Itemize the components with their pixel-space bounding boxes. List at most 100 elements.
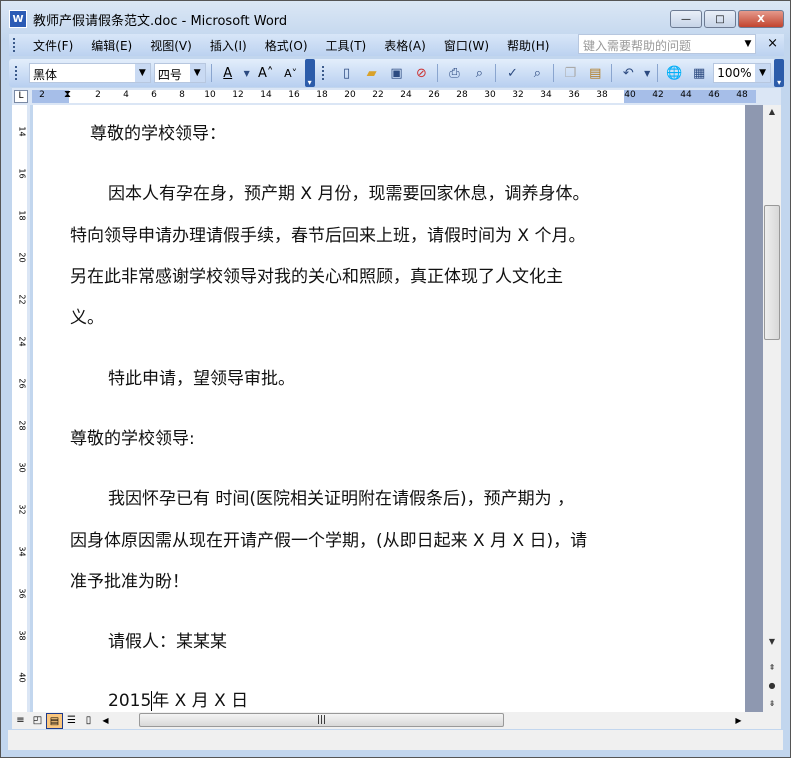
permission-icon[interactable]: ⊘ bbox=[411, 62, 433, 84]
zoom-value: 100% bbox=[717, 66, 752, 80]
vertical-scrollbar[interactable]: ▲ ▼ ⇞ ● ⇟ bbox=[763, 105, 781, 712]
paragraph-line: 我因怀孕已有 时间(医院相关证明附在请假条后)，预产期为 ， bbox=[108, 489, 575, 509]
separator bbox=[495, 64, 497, 82]
hyperlink-icon[interactable]: 🌐 bbox=[663, 62, 685, 84]
scroll-up-icon[interactable]: ▲ bbox=[764, 105, 780, 119]
web-layout-view-icon[interactable]: ◰ bbox=[29, 713, 46, 729]
print-preview-icon[interactable]: ⌕ bbox=[468, 62, 490, 84]
outline-view-icon[interactable]: ☰ bbox=[63, 713, 80, 729]
font-name-value: 黑体 bbox=[33, 68, 58, 82]
previous-page-icon[interactable]: ⇞ bbox=[764, 661, 780, 675]
grip-icon[interactable] bbox=[13, 38, 16, 52]
ruler-tick-label: 46 bbox=[708, 90, 720, 100]
chevron-down-icon[interactable]: ▼ bbox=[741, 35, 755, 53]
date-rest: 年 X 月 X 日 bbox=[152, 691, 249, 711]
ruler-tick-label: 16 bbox=[288, 90, 300, 100]
horizontal-ruler[interactable]: L 2 ⧗ 2 4 6 8 10 12 14 16 18 20 22 24 26 28 30 32 34 36 38… bbox=[12, 88, 781, 105]
paragraph-line: 准予批准为盼！ bbox=[70, 572, 189, 592]
word-app-icon[interactable]: W bbox=[9, 10, 27, 28]
help-search-input[interactable]: 键入需要帮助的问题 ▼ bbox=[578, 34, 756, 54]
date-line: 2015年 X 月 X 日 bbox=[108, 686, 248, 711]
vruler-tick-label: 32 bbox=[17, 504, 27, 515]
separator bbox=[611, 64, 613, 82]
ruler-tick-label: 2 bbox=[95, 90, 101, 100]
close-document-button[interactable]: × bbox=[767, 36, 778, 51]
toolbar-options-icon[interactable]: ▾ bbox=[774, 59, 785, 87]
paragraph-line: 特此申请，望领导审批。 bbox=[108, 369, 295, 389]
menu-window[interactable]: 窗口(W) bbox=[435, 37, 498, 54]
copy-icon[interactable]: ❐ bbox=[559, 62, 581, 84]
chevron-down-icon[interactable]: ▼ bbox=[242, 62, 252, 84]
minimize-button[interactable]: — bbox=[670, 10, 702, 28]
separator bbox=[553, 64, 555, 82]
toolbar: 黑体 ▼ 四号 ▼ A ▼ A˄ A˅ ▾ ▯ ▰ ▣ ⊘ ⎙ ⌕ ✓ ⌕ ❐ ▤ … bbox=[9, 59, 785, 87]
paragraph-line: 因本人有孕在身，预产期 X 月份，现需要回家休息，调养身体。 bbox=[108, 184, 590, 204]
vruler-tick-label: 14 bbox=[17, 126, 27, 137]
menu-file[interactable]: 文件(F) bbox=[24, 37, 82, 54]
new-document-icon[interactable]: ▯ bbox=[336, 62, 358, 84]
document-page[interactable]: 尊敬的学校领导： 因本人有孕在身，预产期 X 月份，现需要回家休息，调养身体。 … bbox=[33, 105, 745, 712]
ruler-tick-label: 18 bbox=[316, 90, 328, 100]
print-layout-view-icon[interactable]: ▤ bbox=[46, 712, 63, 729]
font-size-select[interactable]: 四号 ▼ bbox=[153, 63, 206, 83]
toolbar-options-icon[interactable]: ▾ bbox=[304, 59, 315, 87]
menu-help[interactable]: 帮助(H) bbox=[498, 37, 558, 54]
indent-marker-icon[interactable]: ⧗ bbox=[64, 89, 71, 100]
ruler-tick-label: 8 bbox=[179, 90, 185, 100]
scroll-left-icon[interactable]: ◀ bbox=[97, 713, 114, 729]
tab-stop-selector[interactable]: L bbox=[14, 90, 28, 103]
vertical-ruler: 14 16 18 20 22 24 26 28 30 32 34 36 38 40 bbox=[12, 105, 30, 712]
title-bar: W 教师产假请假条范文.doc - Microsoft Word bbox=[9, 9, 287, 29]
chevron-down-icon[interactable]: ▼ bbox=[189, 64, 205, 82]
ruler-tick-label: 40 bbox=[624, 90, 636, 100]
spelling-icon[interactable]: ✓ bbox=[501, 62, 523, 84]
font-name-select[interactable]: 黑体 ▼ bbox=[29, 63, 151, 83]
menu-view[interactable]: 视图(V) bbox=[141, 37, 201, 54]
select-browse-object-icon[interactable]: ● bbox=[764, 679, 780, 693]
chevron-down-icon[interactable]: ▼ bbox=[642, 62, 652, 84]
open-folder-icon[interactable]: ▰ bbox=[361, 62, 383, 84]
grow-font-icon[interactable]: A˄ bbox=[255, 62, 277, 84]
save-icon[interactable]: ▣ bbox=[386, 62, 408, 84]
menu-edit[interactable]: 编辑(E) bbox=[82, 37, 141, 54]
maximize-button[interactable]: □ bbox=[704, 10, 736, 28]
vruler-tick-label: 16 bbox=[17, 168, 27, 179]
ruler-tick-label: 20 bbox=[344, 90, 356, 100]
separator bbox=[657, 64, 659, 82]
chevron-down-icon[interactable]: ▼ bbox=[134, 64, 150, 82]
paragraph-line: 义。 bbox=[70, 308, 104, 328]
research-icon[interactable]: ⌕ bbox=[526, 62, 548, 84]
ruler-tick-label: 48 bbox=[736, 90, 748, 100]
scroll-right-icon[interactable]: ▶ bbox=[730, 713, 747, 729]
horizontal-scroll-thumb[interactable]: ||| bbox=[139, 713, 504, 727]
ruler-tick-label: 38 bbox=[596, 90, 608, 100]
chevron-down-icon[interactable]: ▼ bbox=[755, 64, 771, 82]
font-color-icon[interactable]: A bbox=[217, 62, 239, 84]
grip-icon[interactable] bbox=[15, 66, 18, 80]
reading-layout-view-icon[interactable]: ▯ bbox=[80, 713, 97, 729]
vruler-tick-label: 38 bbox=[17, 630, 27, 641]
scroll-down-icon[interactable]: ▼ bbox=[764, 635, 780, 649]
menu-bar: 文件(F) 编辑(E) 视图(V) 插入(I) 格式(O) 工具(T) 表格(A… bbox=[9, 34, 784, 56]
menu-format[interactable]: 格式(O) bbox=[256, 37, 317, 54]
ruler-tick-label: 4 bbox=[123, 90, 129, 100]
shrink-font-icon[interactable]: A˅ bbox=[280, 62, 302, 84]
ruler-tick-label: 32 bbox=[512, 90, 524, 100]
vruler-tick-label: 26 bbox=[17, 378, 27, 389]
grip-icon[interactable] bbox=[321, 66, 325, 80]
menu-table[interactable]: 表格(A) bbox=[375, 37, 435, 54]
menu-tools[interactable]: 工具(T) bbox=[317, 37, 376, 54]
normal-view-icon[interactable]: ≡ bbox=[12, 713, 29, 729]
horizontal-scrollbar[interactable]: ≡ ◰ ▤ ☰ ▯ ◀ ||| ▶ bbox=[12, 712, 781, 729]
ruler-tick-label: 12 bbox=[232, 90, 244, 100]
zoom-select[interactable]: 100% ▼ bbox=[713, 63, 772, 83]
menu-insert[interactable]: 插入(I) bbox=[201, 37, 256, 54]
close-button[interactable]: X bbox=[738, 10, 784, 28]
vruler-tick-label: 24 bbox=[17, 336, 27, 347]
table-icon[interactable]: ▦ bbox=[688, 62, 710, 84]
print-icon[interactable]: ⎙ bbox=[443, 62, 465, 84]
vertical-scroll-thumb[interactable] bbox=[764, 205, 780, 340]
next-page-icon[interactable]: ⇟ bbox=[764, 697, 780, 711]
undo-icon[interactable]: ↶ bbox=[617, 62, 639, 84]
paste-icon[interactable]: ▤ bbox=[584, 62, 606, 84]
